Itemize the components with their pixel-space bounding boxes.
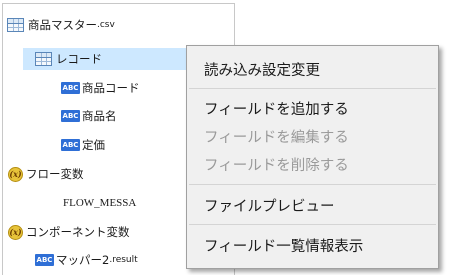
- menu-separator: [189, 184, 436, 185]
- tree-node-flow-variables[interactable]: (x) フロー変数: [8, 163, 84, 185]
- abc-type-icon: ABC: [61, 82, 80, 94]
- mapper-extension: .result: [109, 255, 138, 265]
- flow-variables-label: フロー変数: [26, 167, 84, 181]
- table-icon: [7, 18, 24, 32]
- context-menu: 読み込み設定変更 フィールドを追加する フィールドを編集する フィールドを削除す…: [186, 45, 439, 269]
- menu-item-edit-field: フィールドを編集する: [204, 130, 349, 146]
- menu-item-file-preview[interactable]: ファイルプレビュー: [204, 195, 335, 216]
- abc-type-icon: ABC: [61, 110, 80, 122]
- abc-type-icon: ABC: [35, 254, 54, 266]
- variable-icon: (x): [8, 224, 23, 240]
- menu-item-add-field[interactable]: フィールドを追加する: [204, 98, 349, 119]
- tree-node-file[interactable]: 商品マスター .csv: [7, 14, 115, 36]
- tree-node-record[interactable]: レコード: [23, 48, 193, 70]
- abc-type-icon: ABC: [61, 139, 80, 151]
- tree-node-flow-message[interactable]: FLOW_MESSA: [63, 192, 136, 214]
- field-label: 商品コード: [82, 81, 140, 95]
- field-label: 定価: [82, 138, 105, 152]
- variable-icon: (x): [8, 166, 23, 182]
- tree-node-component-variables[interactable]: (x) コンポーネント変数: [8, 221, 130, 243]
- file-label: 商品マスター: [28, 18, 97, 32]
- menu-separator: [189, 224, 436, 225]
- table-icon: [35, 52, 52, 66]
- tree-node-mapper-result[interactable]: ABC マッパー2 .result: [35, 249, 138, 271]
- menu-item-field-list-info[interactable]: フィールド一覧情報表示: [204, 235, 363, 256]
- menu-item-change-read-settings[interactable]: 読み込み設定変更: [204, 59, 320, 80]
- menu-item-delete-field: フィールドを削除する: [204, 158, 349, 174]
- tree-node-field[interactable]: ABC 商品コード: [61, 77, 140, 99]
- menu-separator: [189, 88, 436, 89]
- mapper-label: マッパー2: [56, 253, 110, 267]
- record-label: レコード: [56, 52, 102, 66]
- file-extension: .csv: [97, 20, 115, 30]
- field-label: 商品名: [82, 109, 117, 123]
- flow-message-label: FLOW_MESSA: [63, 197, 137, 209]
- tree-node-field[interactable]: ABC 定価: [61, 134, 105, 156]
- tree-node-field[interactable]: ABC 商品名: [61, 105, 117, 127]
- component-variables-label: コンポーネント変数: [26, 225, 130, 239]
